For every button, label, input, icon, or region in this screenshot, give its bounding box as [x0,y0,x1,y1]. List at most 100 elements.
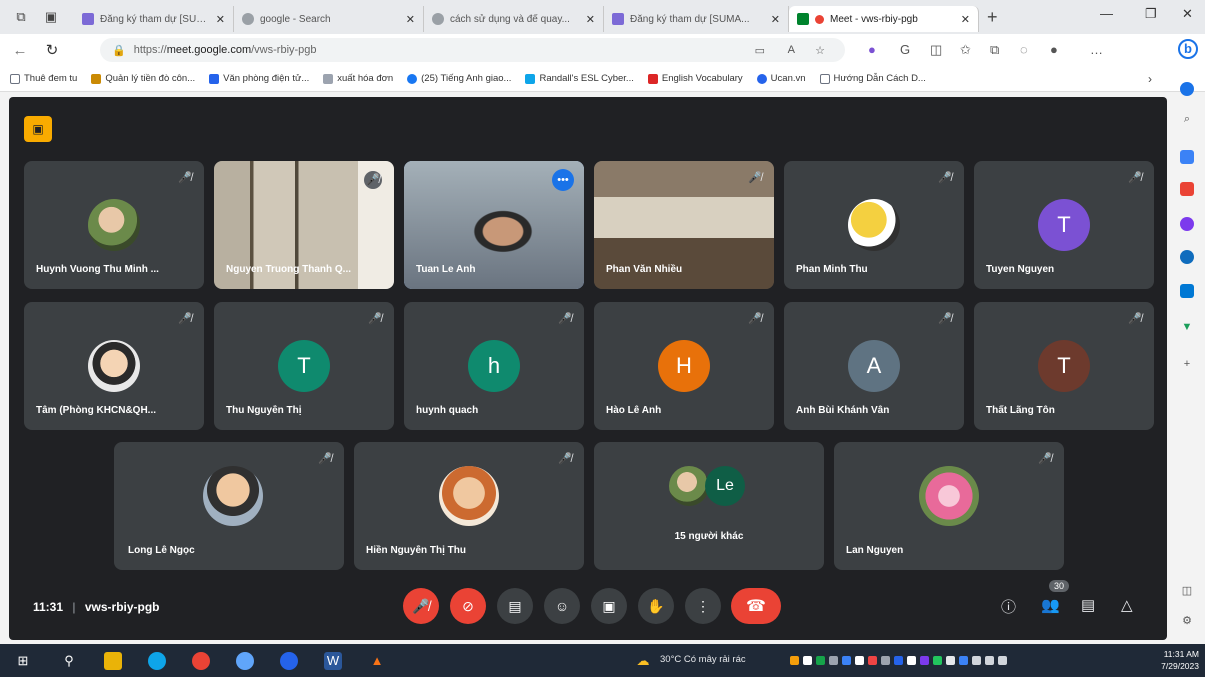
bookmark-6[interactable]: Randall's ESL Cyber... [525,73,634,84]
tab-actions-icon[interactable]: ▣ [42,8,60,26]
outlook-icon[interactable] [1180,284,1194,298]
read-aloud-icon[interactable]: A [788,44,795,56]
tray-app-icon[interactable] [894,656,903,665]
split-screen-icon[interactable]: ◫ [930,42,942,58]
volume-icon[interactable] [985,656,994,665]
games-icon[interactable] [1180,217,1194,231]
emoji-button[interactable]: ☺ [544,588,580,624]
participant-tile[interactable]: 🎤̸ h huynh quach [404,302,584,430]
bookmark-4[interactable]: xuất hóa đơn [323,73,393,84]
chrome-icon[interactable] [192,652,210,670]
close-tab-icon[interactable]: ✕ [406,13,415,26]
extension-g-icon[interactable]: G [900,42,910,57]
participant-tile[interactable]: 🎤̸ Tâm (Phòng KHCN&QH... [24,302,204,430]
battery-icon[interactable] [998,656,1007,665]
tray-app-icon[interactable] [933,656,942,665]
minimize-icon[interactable]: — [1100,6,1113,21]
more-options-button[interactable]: ⋮ [685,588,721,624]
close-window-icon[interactable]: ✕ [1182,6,1193,22]
browser-icon[interactable] [236,652,254,670]
shopping-tag-icon[interactable] [1180,150,1194,164]
tray-app-icon[interactable] [816,656,825,665]
participant-tile[interactable]: 🎤̸ Nguyen Truong Thanh Q... [214,161,394,289]
bing-copilot-icon[interactable]: b [1178,39,1198,59]
sidebar-settings-icon[interactable]: ⚙ [1180,614,1194,628]
system-tray[interactable] [790,656,1007,665]
zalo-icon[interactable] [280,652,298,670]
hide-sidebar-icon[interactable]: ◫ [1180,584,1194,598]
close-tab-icon[interactable]: ✕ [216,13,225,26]
search-icon[interactable]: ⚲ [60,652,78,670]
bookmark-8[interactable]: Ucan.vn [756,73,806,84]
participant-tile[interactable]: 🎤̸ Long Lê Ngọc [114,442,344,570]
tray-app-icon[interactable] [881,656,890,665]
tray-app-icon[interactable] [829,656,838,665]
captions-button[interactable]: ▤ [497,588,533,624]
tray-app-icon[interactable] [868,656,877,665]
tray-app-icon[interactable] [959,656,968,665]
participant-tile[interactable]: 🎤̸ Phan Minh Thu [784,161,964,289]
participant-tile-active-speaker[interactable]: ••• Tuan Le Anh [404,161,584,289]
tab-3[interactable]: cách sử dụng và để quay... ✕ [424,6,604,32]
windows-start-icon[interactable]: ⊞ [14,652,32,670]
participant-tile[interactable]: 🎤̸ T Thất Lãng Tôn [974,302,1154,430]
participant-tile[interactable]: 🎤̸ Huynh Vuong Thu Minh ... [24,161,204,289]
drop-icon[interactable]: ▼ [1180,320,1194,334]
favorite-star-icon[interactable]: ☆ [815,44,825,57]
word-icon[interactable]: W [324,652,342,670]
bookmark-3[interactable]: Văn phòng điện tử... [209,73,309,84]
bookmarks-overflow-icon[interactable]: › [1148,72,1152,86]
file-explorer-icon[interactable] [104,652,122,670]
participant-tile[interactable]: 🎤̸ Lan Nguyen [834,442,1064,570]
bookmark-9[interactable]: Hướng Dẫn Cách D... [819,73,926,84]
meeting-activity-icon[interactable]: ▣ [24,116,52,142]
workspaces-icon[interactable]: ⧉ [12,8,30,26]
close-tab-icon[interactable]: ✕ [586,13,595,26]
office-icon[interactable] [1180,250,1194,264]
tab-meet-active[interactable]: Meet - vws-rbiy-pgb ✕ [789,6,979,32]
participant-tile[interactable]: 🎤̸ H Hào Lê Anh [594,302,774,430]
new-tab-button[interactable]: + [987,7,998,28]
back-icon[interactable]: ← [8,42,32,59]
more-options-icon[interactable]: ••• [552,169,574,191]
tray-app-icon[interactable] [855,656,864,665]
tray-app-icon[interactable] [842,656,851,665]
tray-app-icon[interactable] [790,656,799,665]
search-icon[interactable]: ⌕ [1180,112,1194,126]
refresh-icon[interactable]: ↻ [40,41,64,59]
tray-app-icon[interactable] [920,656,929,665]
camera-toggle-button[interactable]: ⊘ [450,588,486,624]
tab-2[interactable]: google - Search ✕ [234,6,424,32]
leave-call-button[interactable]: ☎ [731,588,781,624]
close-tab-icon[interactable]: ✕ [771,13,780,26]
collections-icon[interactable]: ⧉ [990,42,999,58]
vlc-icon[interactable]: ▲ [368,652,386,670]
camera-in-use-icon[interactable]: ▭ [755,44,765,57]
chat-icon[interactable]: ▤ [1081,596,1095,614]
extensions-icon[interactable]: ◌ [1020,42,1028,57]
bookmark-7[interactable]: English Vocabulary [647,73,743,84]
activities-icon[interactable]: △ [1121,596,1133,614]
bookmark-1[interactable]: Thuê đem tu [10,73,77,84]
participant-tile[interactable]: 🎤̸ A Anh Bùi Khánh Vân [784,302,964,430]
copilot-sidebar-icon[interactable] [1180,82,1194,96]
tray-app-icon[interactable] [803,656,812,665]
raise-hand-button[interactable]: ✋ [638,588,674,624]
participant-tile[interactable]: 🎤̸ T Tuyen Nguyen [974,161,1154,289]
present-button[interactable]: ▣ [591,588,627,624]
tab-4[interactable]: Đăng ký tham dự [SUMA... ✕ [604,6,789,32]
favorites-icon[interactable]: ✩ [960,42,971,58]
bookmark-2[interactable]: Quản lý tiền đò côn... [91,73,195,84]
restore-icon[interactable]: ❐ [1145,6,1157,22]
profile-icon[interactable]: ● [1050,42,1058,57]
participant-tile[interactable]: 🎤̸ Hiền Nguyễn Thị Thu [354,442,584,570]
mic-toggle-button[interactable]: 🎤̸ [403,588,439,624]
tools-icon[interactable] [1180,182,1194,196]
meeting-details-icon[interactable]: ⓘ [1001,596,1016,617]
close-tab-icon[interactable]: ✕ [961,13,970,26]
others-tile[interactable]: Le 15 người khác [594,442,824,570]
participant-tile[interactable]: 🎤̸ T Thu Nguyễn Thị [214,302,394,430]
bookmark-5[interactable]: (25) Tiếng Anh giao... [407,73,511,84]
extension-icon[interactable]: ● [868,42,876,57]
edge-icon[interactable] [148,652,166,670]
